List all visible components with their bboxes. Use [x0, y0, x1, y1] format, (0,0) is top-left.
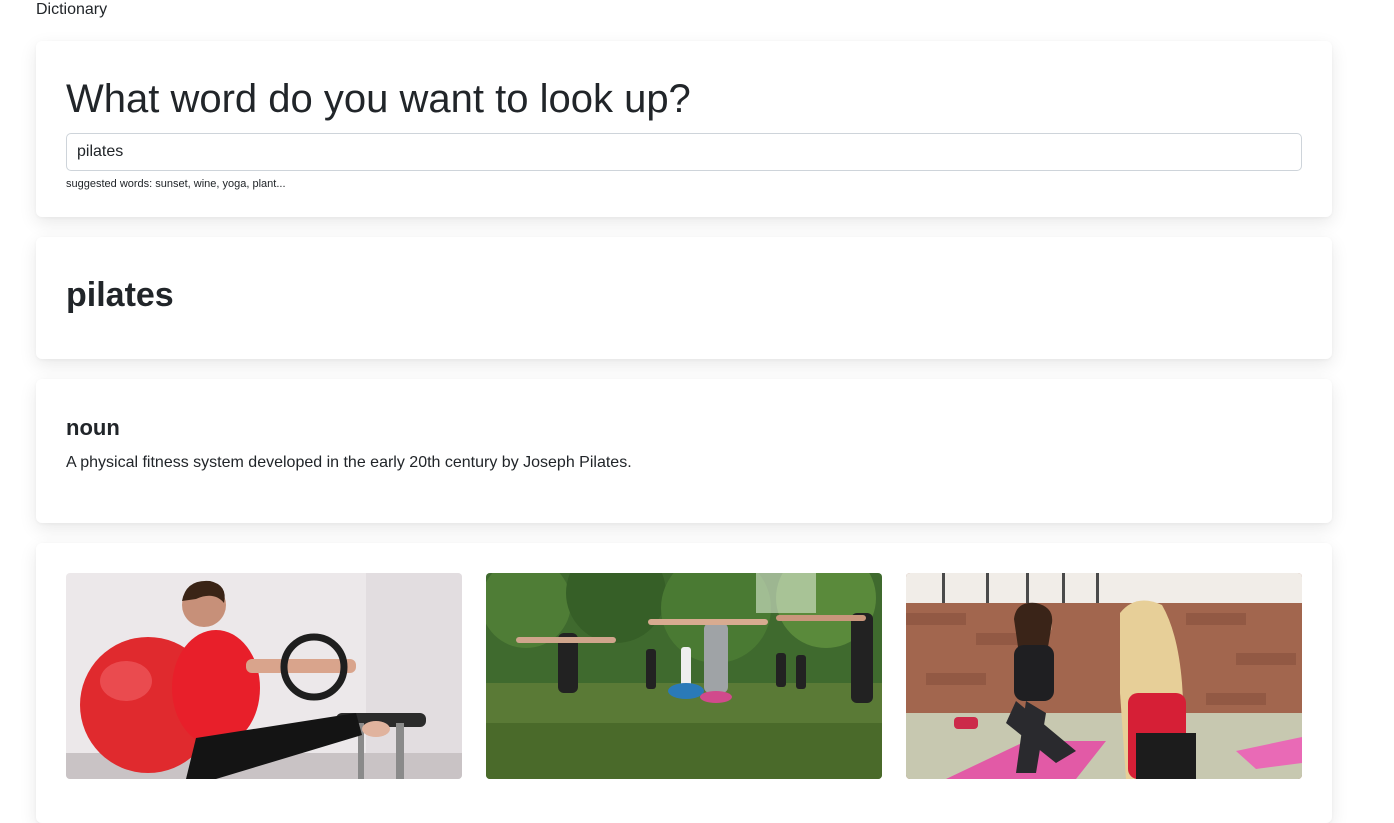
- part-of-speech: noun: [66, 415, 120, 440]
- search-card: What word do you want to look up? sugges…: [36, 41, 1332, 217]
- word-title: pilates: [66, 276, 174, 314]
- search-input[interactable]: [66, 133, 1302, 171]
- suggested-words-hint: suggested words: sunset, wine, yoga, pla…: [66, 178, 286, 190]
- photo-outdoor-group-class[interactable]: [486, 573, 882, 779]
- definition-text: A physical fitness system developed in t…: [66, 454, 632, 471]
- word-card: pilates: [36, 237, 1332, 359]
- photo-gallery: [66, 573, 1302, 779]
- search-heading: What word do you want to look up?: [66, 77, 691, 121]
- meaning-card: noun A physical fitness system developed…: [36, 379, 1332, 523]
- photo-pilates-ring-ball[interactable]: [66, 573, 462, 779]
- photo-two-women-mat[interactable]: [906, 573, 1302, 779]
- app-title: Dictionary: [36, 1, 108, 18]
- photos-card: [36, 543, 1332, 823]
